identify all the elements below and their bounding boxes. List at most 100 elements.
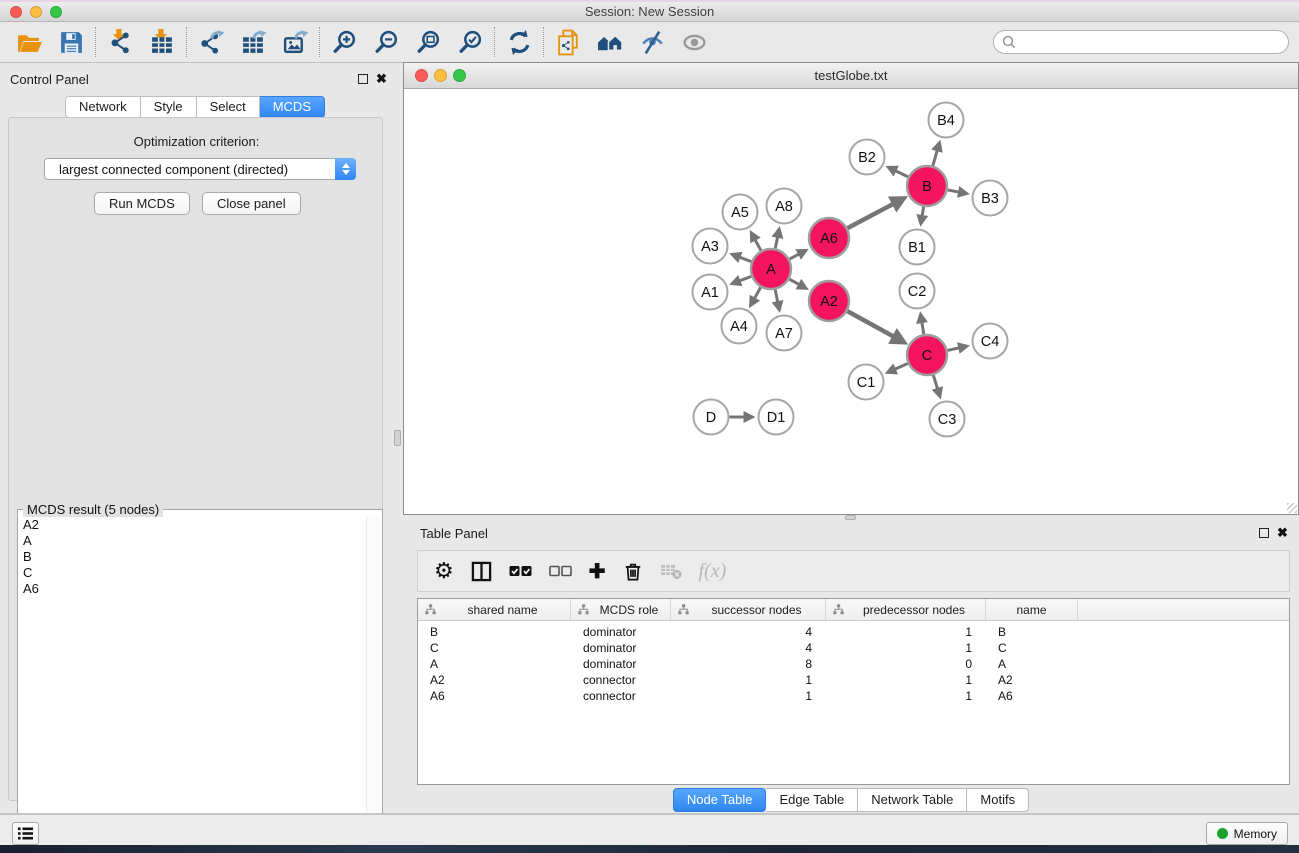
edge-B-B2[interactable] — [888, 167, 908, 177]
node-C2[interactable]: C2 — [900, 274, 935, 309]
select-all-button[interactable] — [509, 564, 532, 578]
edge-A-A5[interactable] — [751, 233, 761, 251]
edge-A2-C[interactable] — [847, 311, 904, 342]
column-header-MCDS-role[interactable]: MCDS role — [571, 599, 671, 620]
column-header-name[interactable]: name — [986, 599, 1078, 620]
memory-button[interactable]: Memory — [1206, 822, 1288, 845]
zoom-in-button[interactable] — [323, 25, 365, 59]
node-A2[interactable]: A2 — [809, 281, 849, 321]
node-table[interactable]: shared nameMCDS rolesuccessor nodesprede… — [417, 598, 1290, 785]
close-panel-button[interactable]: Close panel — [202, 192, 301, 215]
import-network-button[interactable] — [99, 25, 141, 59]
node-A6[interactable]: A6 — [809, 218, 849, 258]
table-float-icon[interactable] — [1259, 528, 1269, 538]
result-item[interactable]: A — [19, 533, 367, 549]
delete-row-button[interactable] — [623, 560, 643, 582]
export-network-button[interactable] — [190, 25, 232, 59]
open-session-button[interactable] — [8, 25, 50, 59]
table-row[interactable]: Adominator80A — [418, 656, 1289, 672]
edge-A-A7[interactable] — [775, 290, 779, 310]
result-item[interactable]: C — [19, 565, 367, 581]
edge-A-A3[interactable] — [732, 254, 751, 261]
save-session-button[interactable] — [50, 25, 92, 59]
import-table-button[interactable] — [141, 25, 183, 59]
close-window-button[interactable] — [10, 6, 22, 18]
vertical-split-handle[interactable] — [394, 430, 401, 446]
column-header-predecessor-nodes[interactable]: predecessor nodes — [826, 599, 986, 620]
node-A4[interactable]: A4 — [722, 309, 757, 344]
table-close-icon[interactable]: ✖ — [1277, 528, 1288, 538]
edge-C-C4[interactable] — [947, 346, 967, 350]
zoom-fit-button[interactable] — [407, 25, 449, 59]
copy-network-button[interactable] — [547, 25, 589, 59]
result-item[interactable]: A6 — [19, 581, 367, 597]
node-C4[interactable]: C4 — [973, 324, 1008, 359]
node-A8[interactable]: A8 — [767, 189, 802, 224]
zoom-selected-button[interactable] — [449, 25, 491, 59]
edge-B-B1[interactable] — [921, 207, 924, 224]
tab-mcds[interactable]: MCDS — [260, 96, 325, 118]
zoom-out-button[interactable] — [365, 25, 407, 59]
edge-A-A1[interactable] — [732, 276, 751, 283]
table-row[interactable]: Bdominator41B — [418, 624, 1289, 640]
result-item[interactable]: A2 — [19, 517, 367, 533]
search-field[interactable] — [993, 30, 1289, 54]
settings-button[interactable]: ⚙ — [434, 560, 454, 582]
export-image-button[interactable] — [274, 25, 316, 59]
node-A[interactable]: A — [751, 249, 791, 289]
network-close-button[interactable] — [415, 69, 428, 82]
network-zoom-button[interactable] — [453, 69, 466, 82]
float-panel-icon[interactable] — [358, 74, 368, 84]
node-C1[interactable]: C1 — [849, 365, 884, 400]
node-A3[interactable]: A3 — [693, 229, 728, 264]
deselect-all-button[interactable] — [549, 564, 572, 578]
task-history-button[interactable] — [12, 822, 39, 845]
edge-B-B4[interactable] — [933, 143, 940, 166]
columns-button[interactable] — [471, 561, 492, 582]
node-B3[interactable]: B3 — [973, 181, 1008, 216]
network-minimize-button[interactable] — [434, 69, 447, 82]
column-header-successor-nodes[interactable]: successor nodes — [671, 599, 826, 620]
first-neighbors-button[interactable] — [589, 25, 631, 59]
edge-A-A6[interactable] — [790, 250, 807, 259]
column-header-shared-name[interactable]: shared name — [418, 599, 571, 620]
mcds-result-list[interactable]: A2ABCA6 — [19, 517, 367, 846]
node-B2[interactable]: B2 — [850, 140, 885, 175]
edge-C-C1[interactable] — [887, 363, 907, 372]
edge-B-B3[interactable] — [948, 190, 967, 194]
node-A5[interactable]: A5 — [723, 195, 758, 230]
result-scrollbar[interactable] — [366, 517, 381, 846]
tab-select[interactable]: Select — [197, 96, 260, 118]
node-C[interactable]: C — [907, 335, 947, 375]
table-row[interactable]: Cdominator41C — [418, 640, 1289, 656]
window-resize-grip[interactable] — [1287, 503, 1297, 513]
edge-A6-B[interactable] — [848, 198, 904, 228]
minimize-window-button[interactable] — [30, 6, 42, 18]
table-row[interactable]: A6connector11A6 — [418, 688, 1289, 704]
tab-motifs[interactable]: Motifs — [967, 788, 1029, 812]
close-panel-icon[interactable]: ✖ — [376, 74, 387, 84]
zoom-window-button[interactable] — [50, 6, 62, 18]
edge-C-C2[interactable] — [921, 314, 924, 334]
edge-A-A8[interactable] — [775, 229, 779, 248]
node-D[interactable]: D — [694, 400, 729, 435]
search-input[interactable] — [1021, 35, 1288, 49]
edge-A-A2[interactable] — [789, 279, 806, 288]
node-B4[interactable]: B4 — [929, 103, 964, 138]
table-row[interactable]: A2connector11A2 — [418, 672, 1289, 688]
criterion-dropdown[interactable]: largest connected component (directed) — [44, 158, 356, 180]
show-all-button[interactable] — [673, 25, 715, 59]
node-C3[interactable]: C3 — [930, 402, 965, 437]
export-table-button[interactable] — [232, 25, 274, 59]
network-canvas[interactable]: AA1A2A3A4A5A6A7A8BB1B2B3B4CC1C2C3C4DD1 — [404, 89, 1298, 514]
tab-network[interactable]: Network — [65, 96, 141, 118]
node-B1[interactable]: B1 — [900, 230, 935, 265]
tab-network-table[interactable]: Network Table — [858, 788, 967, 812]
node-A1[interactable]: A1 — [693, 275, 728, 310]
edge-C-C3[interactable] — [933, 375, 940, 397]
add-row-button[interactable]: ✚ — [589, 559, 606, 584]
run-mcds-button[interactable]: Run MCDS — [94, 192, 190, 215]
edge-A-A4[interactable] — [751, 287, 761, 305]
node-B[interactable]: B — [907, 166, 947, 206]
node-A7[interactable]: A7 — [767, 316, 802, 351]
